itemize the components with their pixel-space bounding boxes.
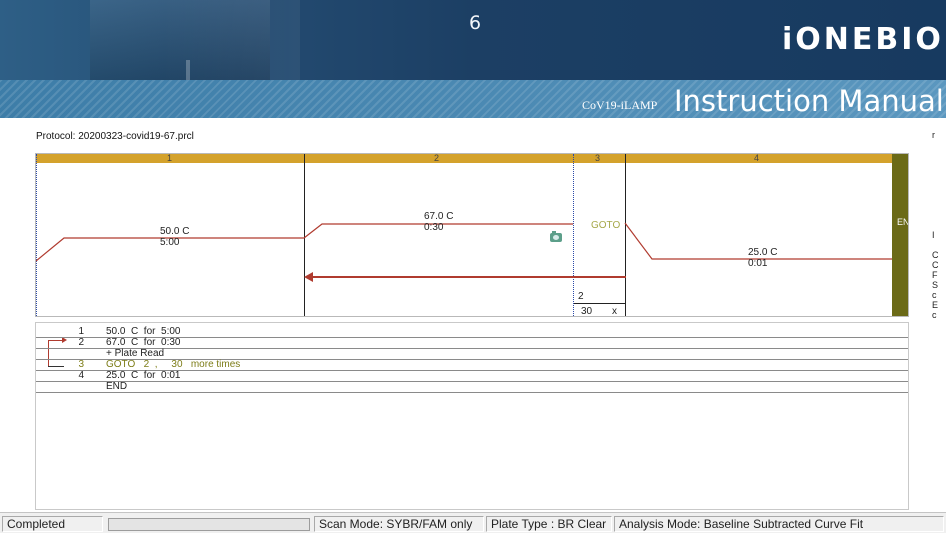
list-item-text: END [106,381,128,392]
protocol-step-list[interactable]: 1 50.0 C for 5:00 2 67.0 C for 0:30 + Pl… [35,322,909,510]
page-number: 6 [469,12,482,34]
run-status: Completed [2,516,103,532]
list-item-text: 67.0 C for 0:30 [106,337,181,348]
list-item-num: 4 [78,370,84,381]
run-progress-bar [108,518,310,531]
step1-time[interactable]: 5:00 [160,237,179,248]
banner-bar [186,60,190,80]
list-item-num: 1 [78,326,84,337]
list-item-step-4[interactable]: 4 25.0 C for 0:01 [36,371,908,382]
protocol-graph[interactable]: 1 2 3 4 50.0 C 5:00 67.0 C 0:30 GOTO 25.… [35,153,909,317]
plate-read-camera-icon[interactable] [550,231,562,242]
end-column [892,154,908,316]
analysis-mode: Analysis Mode: Baseline Subtracted Curve… [614,516,944,532]
list-item-end[interactable]: END [36,382,908,393]
plate-type: Plate Type : BR Clear [486,516,612,532]
goto-separator [574,303,626,304]
status-bar: Completed Scan Mode: SYBR/FAM only Plate… [0,512,946,533]
list-item-text: 25.0 C for 0:01 [106,370,181,381]
goto-loop-arrow [306,276,626,278]
list-item-num: 2 [78,337,84,348]
manual-title: Instruction Manual [674,84,944,118]
list-item-text: 50.0 C for 5:00 [106,326,181,337]
step4-time[interactable]: 0:01 [748,258,767,269]
step1-temp[interactable]: 50.0 C [160,226,189,237]
end-label: END [897,217,908,227]
list-item-num: 3 [78,359,84,370]
goto-target-step[interactable]: 2 [578,291,584,302]
protocol-filename: Protocol: 20200323-covid19-67.prcl [36,131,194,142]
goto-arrowhead [304,272,313,282]
header-banner: 6 iONEBIO [0,0,946,80]
step4-temp[interactable]: 25.0 C [748,247,777,258]
goto-repeat-count[interactable]: 30 [581,306,592,316]
list-item-step-2[interactable]: 2 67.0 C for 0:30 [36,338,908,349]
right-panel-edge: r I C C F S c E c [932,130,946,370]
goto-vertical-label: GOTO [591,220,621,231]
list-item-text: GOTO 2 , 30 more times [106,359,241,370]
temperature-line [36,223,573,262]
scan-mode: Scan Mode: SYBR/FAM only [314,516,484,532]
right-panel-clipped-text: r I C C F S c E c [932,130,939,320]
step2-time[interactable]: 0:30 [424,222,443,233]
ionebio-logo: iONEBIO [782,22,944,57]
goto-times-symbol: x [612,306,617,317]
step2-temp[interactable]: 67.0 C [424,211,453,222]
banner-decoration-2 [160,0,300,80]
product-name: CoV19-iLAMP [582,98,658,112]
list-item-text: + Plate Read [106,348,165,359]
